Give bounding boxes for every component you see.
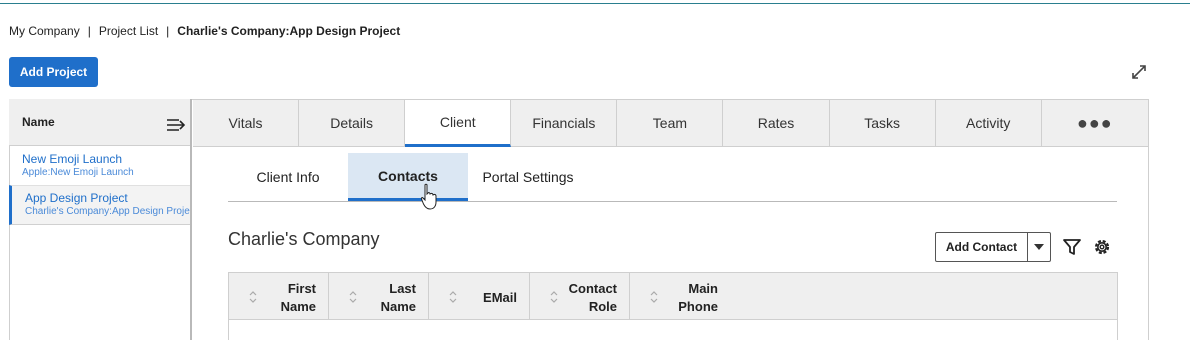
breadcrumb: My Company | Project List | Charlie's Compan… bbox=[9, 24, 400, 38]
expand-icon[interactable] bbox=[1129, 62, 1149, 82]
tab-financials[interactable]: Financials bbox=[511, 100, 618, 146]
breadcrumb-separator: | bbox=[87, 24, 91, 38]
hand-cursor-icon bbox=[420, 183, 437, 210]
breadcrumb-separator: | bbox=[166, 24, 170, 38]
tab-team[interactable]: Team bbox=[617, 100, 724, 146]
breadcrumb-project-list[interactable]: Project List bbox=[99, 24, 158, 38]
add-contact-split-button: Add Contact bbox=[935, 232, 1051, 262]
main-tab-bar: Vitals Details Client Financials Team Ra… bbox=[193, 100, 1148, 147]
project-list-item-selected[interactable]: App Design Project Charlie's Company:App… bbox=[9, 185, 190, 225]
tab-details[interactable]: Details bbox=[299, 100, 406, 146]
breadcrumb-current: Charlie's Company:App Design Project bbox=[177, 24, 401, 38]
subtab-client-info[interactable]: Client Info bbox=[228, 153, 348, 201]
column-label: Contact Role bbox=[568, 281, 617, 314]
column-label: First Name bbox=[280, 281, 316, 314]
column-label: EMail bbox=[483, 290, 517, 305]
add-contact-button[interactable]: Add Contact bbox=[936, 233, 1028, 261]
column-first-name[interactable]: First Name bbox=[229, 273, 329, 319]
client-subtabs: Client Info Contacts Portal Settings bbox=[228, 153, 1117, 202]
breadcrumb-my-company[interactable]: My Company bbox=[9, 24, 80, 38]
contacts-table-header: First Name Last Name EMail Contact Role … bbox=[229, 273, 1117, 320]
project-list-header: Name bbox=[9, 99, 190, 146]
column-label: Last Name bbox=[380, 281, 416, 314]
subtab-portal-settings[interactable]: Portal Settings bbox=[468, 153, 588, 201]
contacts-table: First Name Last Name EMail Contact Role … bbox=[228, 272, 1118, 340]
caret-down-icon bbox=[1034, 244, 1044, 250]
project-client: Charlie's Company:App Design Project bbox=[25, 206, 190, 217]
column-last-name[interactable]: Last Name bbox=[329, 273, 429, 319]
project-list-item[interactable]: New Emoji Launch Apple:New Emoji Launch bbox=[9, 147, 190, 187]
name-column-header[interactable]: Name bbox=[22, 115, 55, 129]
tab-activity[interactable]: Activity bbox=[935, 100, 1042, 146]
column-email[interactable]: EMail bbox=[429, 273, 530, 319]
subtab-contacts[interactable]: Contacts bbox=[348, 153, 468, 201]
column-contact-role[interactable]: Contact Role bbox=[530, 273, 630, 319]
tab-rates[interactable]: Rates bbox=[723, 100, 830, 146]
tab-vitals[interactable]: Vitals bbox=[193, 100, 300, 146]
tab-tasks[interactable]: Tasks bbox=[829, 100, 936, 146]
client-company-name: Charlie's Company bbox=[228, 229, 380, 249]
project-client: Apple:New Emoji Launch bbox=[22, 167, 134, 178]
project-name[interactable]: App Design Project bbox=[25, 191, 190, 205]
add-contact-dropdown[interactable] bbox=[1028, 233, 1050, 261]
add-project-button[interactable]: Add Project bbox=[9, 57, 98, 87]
project-name[interactable]: New Emoji Launch bbox=[22, 152, 190, 166]
project-list-panel: Name New Emoji Launch Apple:New Emoji La… bbox=[9, 99, 192, 340]
filter-icon[interactable] bbox=[1062, 237, 1082, 257]
top-rule bbox=[0, 3, 1190, 4]
more-tabs-icon[interactable]: ●●● bbox=[1041, 100, 1148, 146]
column-label: Main Phone bbox=[678, 281, 718, 314]
gear-icon[interactable] bbox=[1092, 237, 1112, 257]
tab-client[interactable]: Client bbox=[405, 100, 512, 147]
column-main-phone[interactable]: Main Phone bbox=[630, 273, 730, 319]
collapse-panel-icon[interactable] bbox=[166, 117, 186, 133]
